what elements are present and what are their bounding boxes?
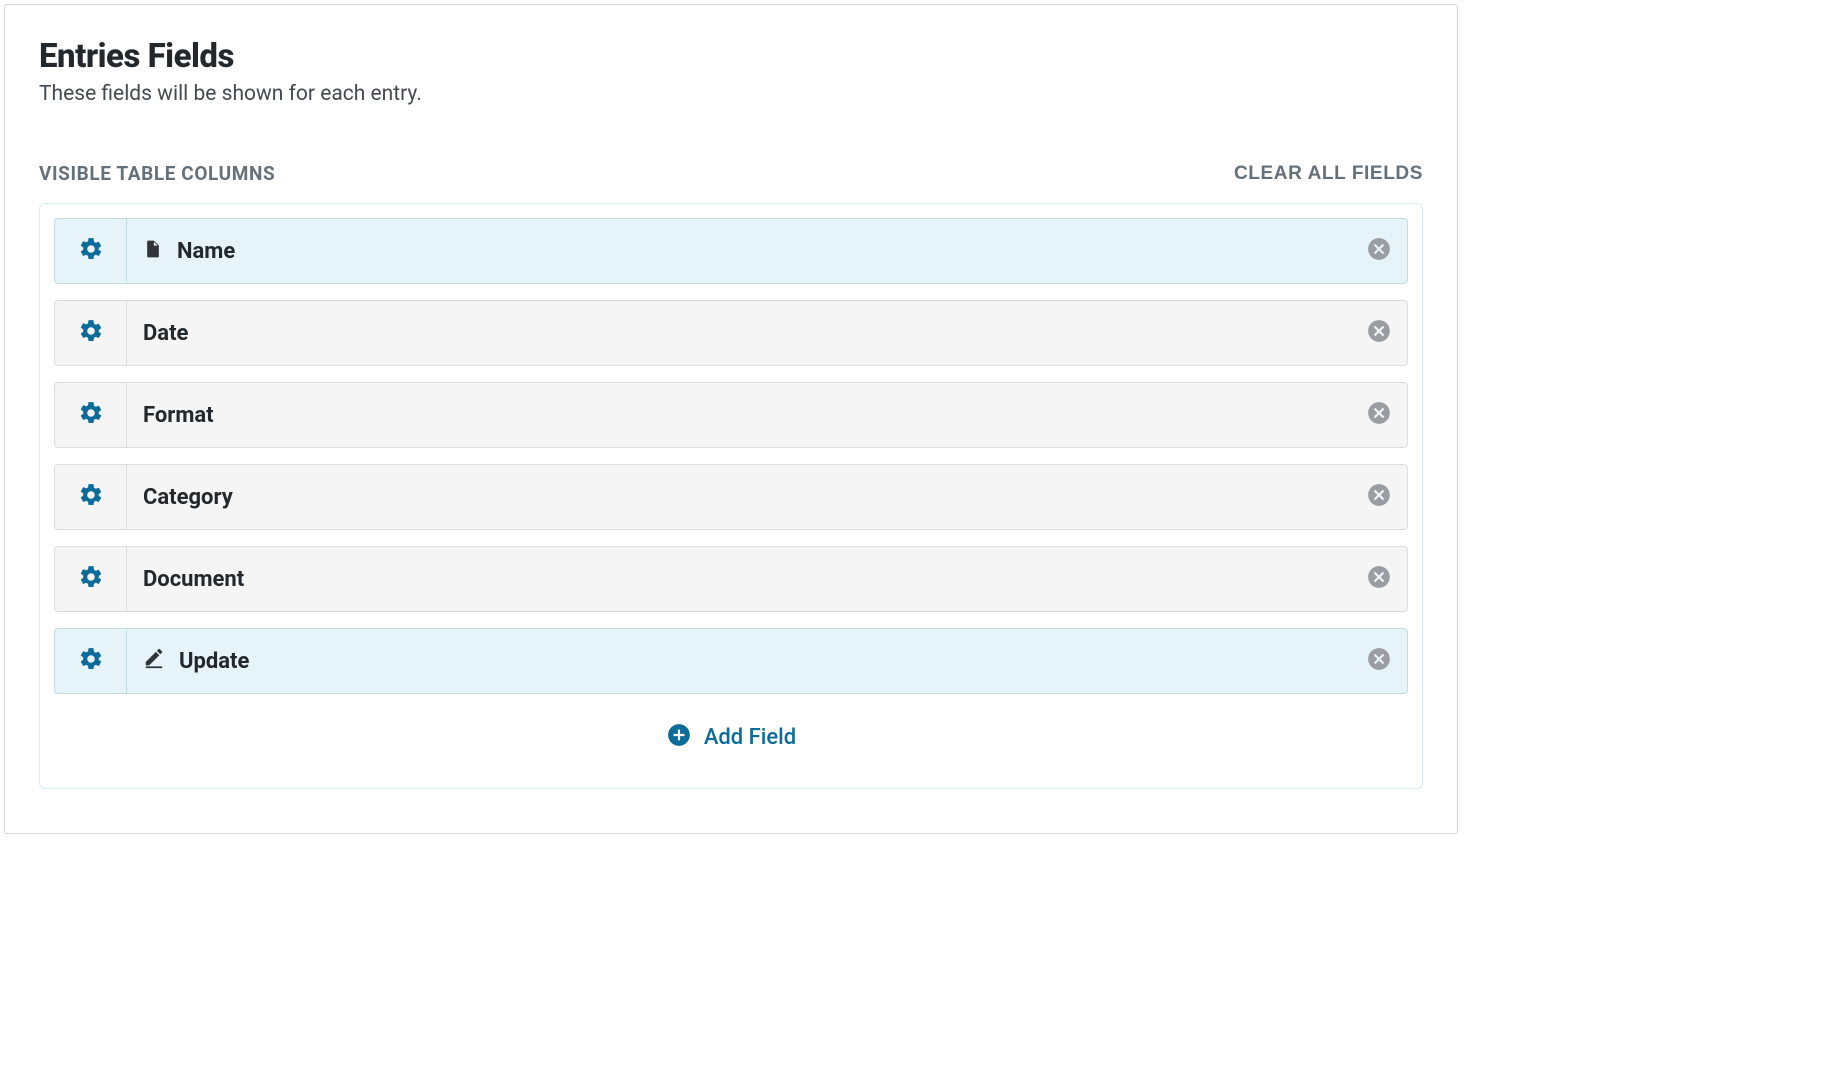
fields-container: Name Date Format Category Document Updat… <box>39 203 1423 789</box>
close-circle-icon <box>1366 646 1392 676</box>
section-header: VISIBLE TABLE COLUMNS CLEAR ALL FIELDS <box>39 162 1423 185</box>
field-settings-button[interactable] <box>55 547 127 611</box>
field-remove-button[interactable] <box>1351 219 1407 283</box>
add-field-button[interactable]: Add Field <box>54 722 1408 752</box>
gear-icon <box>78 318 104 348</box>
gear-icon <box>78 646 104 676</box>
field-label: Date <box>143 321 188 346</box>
field-settings-button[interactable] <box>55 219 127 283</box>
gear-icon <box>78 400 104 430</box>
field-label: Category <box>143 485 233 510</box>
field-label: Document <box>143 567 244 592</box>
field-remove-button[interactable] <box>1351 547 1407 611</box>
field-row[interactable]: Document <box>54 546 1408 612</box>
field-row[interactable]: Name <box>54 218 1408 284</box>
field-row[interactable]: Format <box>54 382 1408 448</box>
field-body: Format <box>127 383 1351 447</box>
field-settings-button[interactable] <box>55 465 127 529</box>
field-row[interactable]: Date <box>54 300 1408 366</box>
file-icon <box>143 238 163 264</box>
field-settings-button[interactable] <box>55 383 127 447</box>
edit-icon <box>143 648 165 674</box>
field-body: Date <box>127 301 1351 365</box>
field-body: Document <box>127 547 1351 611</box>
close-circle-icon <box>1366 564 1392 594</box>
close-circle-icon <box>1366 236 1392 266</box>
visible-columns-label: VISIBLE TABLE COLUMNS <box>39 162 275 185</box>
field-settings-button[interactable] <box>55 629 127 693</box>
gear-icon <box>78 564 104 594</box>
field-body: Update <box>127 629 1351 693</box>
field-list: Name Date Format Category Document Updat… <box>54 218 1408 694</box>
field-remove-button[interactable] <box>1351 629 1407 693</box>
gear-icon <box>78 236 104 266</box>
field-remove-button[interactable] <box>1351 465 1407 529</box>
close-circle-icon <box>1366 400 1392 430</box>
field-settings-button[interactable] <box>55 301 127 365</box>
field-label: Name <box>177 239 235 264</box>
close-circle-icon <box>1366 482 1392 512</box>
field-row[interactable]: Update <box>54 628 1408 694</box>
field-row[interactable]: Category <box>54 464 1408 530</box>
clear-all-fields-button[interactable]: CLEAR ALL FIELDS <box>1234 163 1423 185</box>
field-remove-button[interactable] <box>1351 383 1407 447</box>
close-circle-icon <box>1366 318 1392 348</box>
field-body: Name <box>127 219 1351 283</box>
page-description: These fields will be shown for each entr… <box>39 82 1423 106</box>
entries-fields-panel: Entries Fields These fields will be show… <box>4 4 1458 834</box>
plus-circle-icon <box>666 722 692 752</box>
gear-icon <box>78 482 104 512</box>
field-label: Update <box>179 649 249 674</box>
page-title: Entries Fields <box>39 37 1423 76</box>
field-body: Category <box>127 465 1351 529</box>
field-label: Format <box>143 403 214 428</box>
add-field-label: Add Field <box>704 725 796 750</box>
field-remove-button[interactable] <box>1351 301 1407 365</box>
